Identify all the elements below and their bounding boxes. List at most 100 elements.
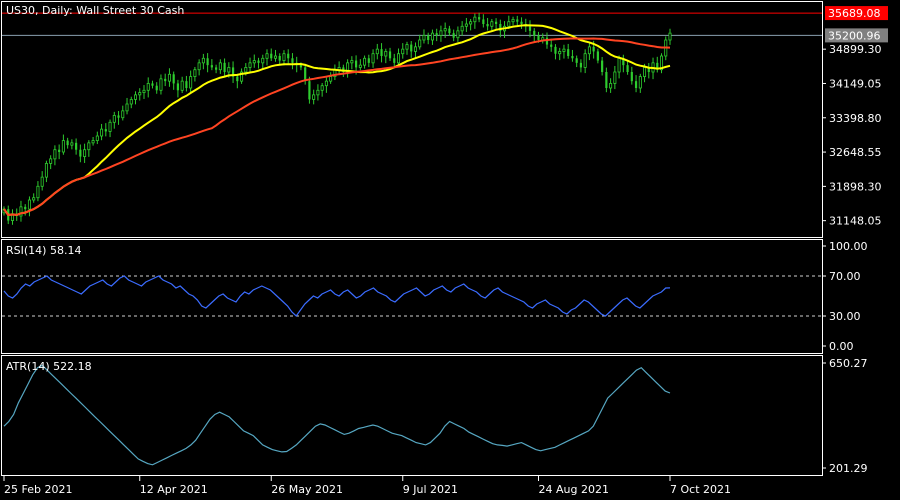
candle-body — [410, 44, 413, 52]
candle-body — [456, 30, 460, 39]
candle-body — [571, 56, 574, 59]
candle-body — [44, 163, 48, 178]
price-axis-label: 31898.30 — [829, 180, 882, 193]
price-axis-label: 32648.55 — [829, 146, 882, 159]
slow-moving-average-line — [3, 37, 671, 216]
candle-body — [197, 62, 201, 71]
candle-body — [511, 19, 515, 23]
candle-body — [316, 89, 320, 96]
candle-body — [320, 85, 324, 91]
time-axis-label: 24 Aug 2021 — [538, 483, 608, 496]
candle-body — [248, 62, 252, 68]
candle-body — [227, 67, 231, 73]
candle-body — [469, 21, 473, 25]
y-axis-labels: 34899.30 34149.05 33398.80 32648.55 31898.30… — [822, 6, 888, 475]
candle-body — [265, 53, 269, 59]
candle-body — [210, 65, 213, 68]
time-axis-label: 7 Oct 2021 — [670, 483, 731, 496]
candle-body — [218, 62, 222, 71]
candle-body — [583, 53, 587, 68]
candle-body — [435, 33, 438, 36]
price-pane-frame — [1, 1, 823, 238]
candle-body — [367, 58, 370, 63]
candle-body — [36, 185, 40, 199]
candle-body — [558, 51, 562, 55]
candle-body — [121, 110, 125, 119]
candle-body — [32, 197, 36, 201]
candle-body — [104, 129, 107, 132]
rsi-axis-label: 0.00 — [829, 340, 854, 353]
candle-body — [354, 60, 358, 68]
candle-body — [273, 55, 277, 59]
candle-body — [172, 74, 175, 84]
candle-body — [516, 19, 519, 22]
candle-body — [261, 57, 265, 64]
candle-body — [545, 37, 549, 45]
candle-body — [460, 25, 464, 32]
candle-body — [24, 206, 27, 210]
candle-body — [91, 140, 95, 144]
candle-body — [108, 121, 112, 132]
candle-body — [533, 30, 536, 36]
rsi-pane-frame — [1, 239, 823, 354]
candle-body — [587, 46, 591, 55]
candle-body — [142, 89, 146, 93]
candle-body — [371, 53, 375, 64]
candle-body — [180, 80, 184, 91]
candle-body — [397, 53, 401, 64]
time-axis-label: 12 Apr 2021 — [140, 483, 208, 496]
atr-pane-title: ATR(14) 522.18 — [6, 360, 92, 373]
candle-body — [95, 135, 99, 141]
candle-body — [155, 85, 158, 91]
candle-body — [388, 51, 392, 59]
candle-body — [537, 35, 540, 40]
candle-body — [562, 48, 566, 52]
candle-body — [422, 35, 426, 41]
candle-body — [350, 60, 354, 64]
candle-body — [193, 69, 197, 77]
candle-body — [605, 72, 608, 88]
candle-body — [125, 103, 129, 112]
candle-body — [626, 65, 629, 72]
candle-body — [638, 76, 642, 89]
candle-body — [363, 57, 367, 66]
price-axis-label: 33398.80 — [829, 112, 882, 125]
candle-body — [215, 67, 218, 70]
candle-body — [592, 46, 595, 52]
candle-body — [401, 48, 405, 55]
candle-body — [478, 17, 481, 20]
candle-body — [223, 62, 226, 72]
candle-body — [630, 72, 633, 82]
candle-body — [117, 115, 120, 118]
candle-body — [287, 53, 290, 59]
candle-body — [112, 115, 116, 123]
candle-body — [528, 26, 532, 31]
candle-body — [393, 58, 396, 63]
candle-body — [146, 83, 150, 91]
candle-body — [201, 57, 205, 64]
candle-body — [554, 46, 557, 54]
atr-axis-label: 650.27 — [829, 357, 868, 370]
candle-body — [567, 49, 570, 56]
candle-body — [324, 80, 328, 87]
candle-body — [129, 99, 133, 105]
time-axis-label: 9 Jul 2021 — [403, 483, 458, 496]
candle-body — [159, 78, 163, 91]
rsi-pane-title: RSI(14) 58.14 — [6, 244, 81, 257]
candle-body — [164, 78, 167, 82]
candle-body — [270, 53, 273, 59]
candle-body — [643, 67, 647, 77]
candle-body — [176, 83, 180, 91]
candle-body — [413, 46, 417, 52]
rsi-axis-label: 30.00 — [829, 310, 861, 323]
candle-body — [427, 35, 430, 40]
candle-body — [236, 76, 239, 82]
candle-body — [473, 16, 477, 23]
candle-body — [613, 71, 617, 84]
candle-body — [66, 140, 69, 146]
candle-body — [134, 94, 138, 100]
candle-body — [40, 176, 44, 187]
candle-body — [550, 44, 553, 47]
candle-body — [443, 28, 447, 32]
chart-canvas[interactable]: US30, Daily: Wall Street 30 Cash RSI(14)… — [0, 0, 900, 500]
